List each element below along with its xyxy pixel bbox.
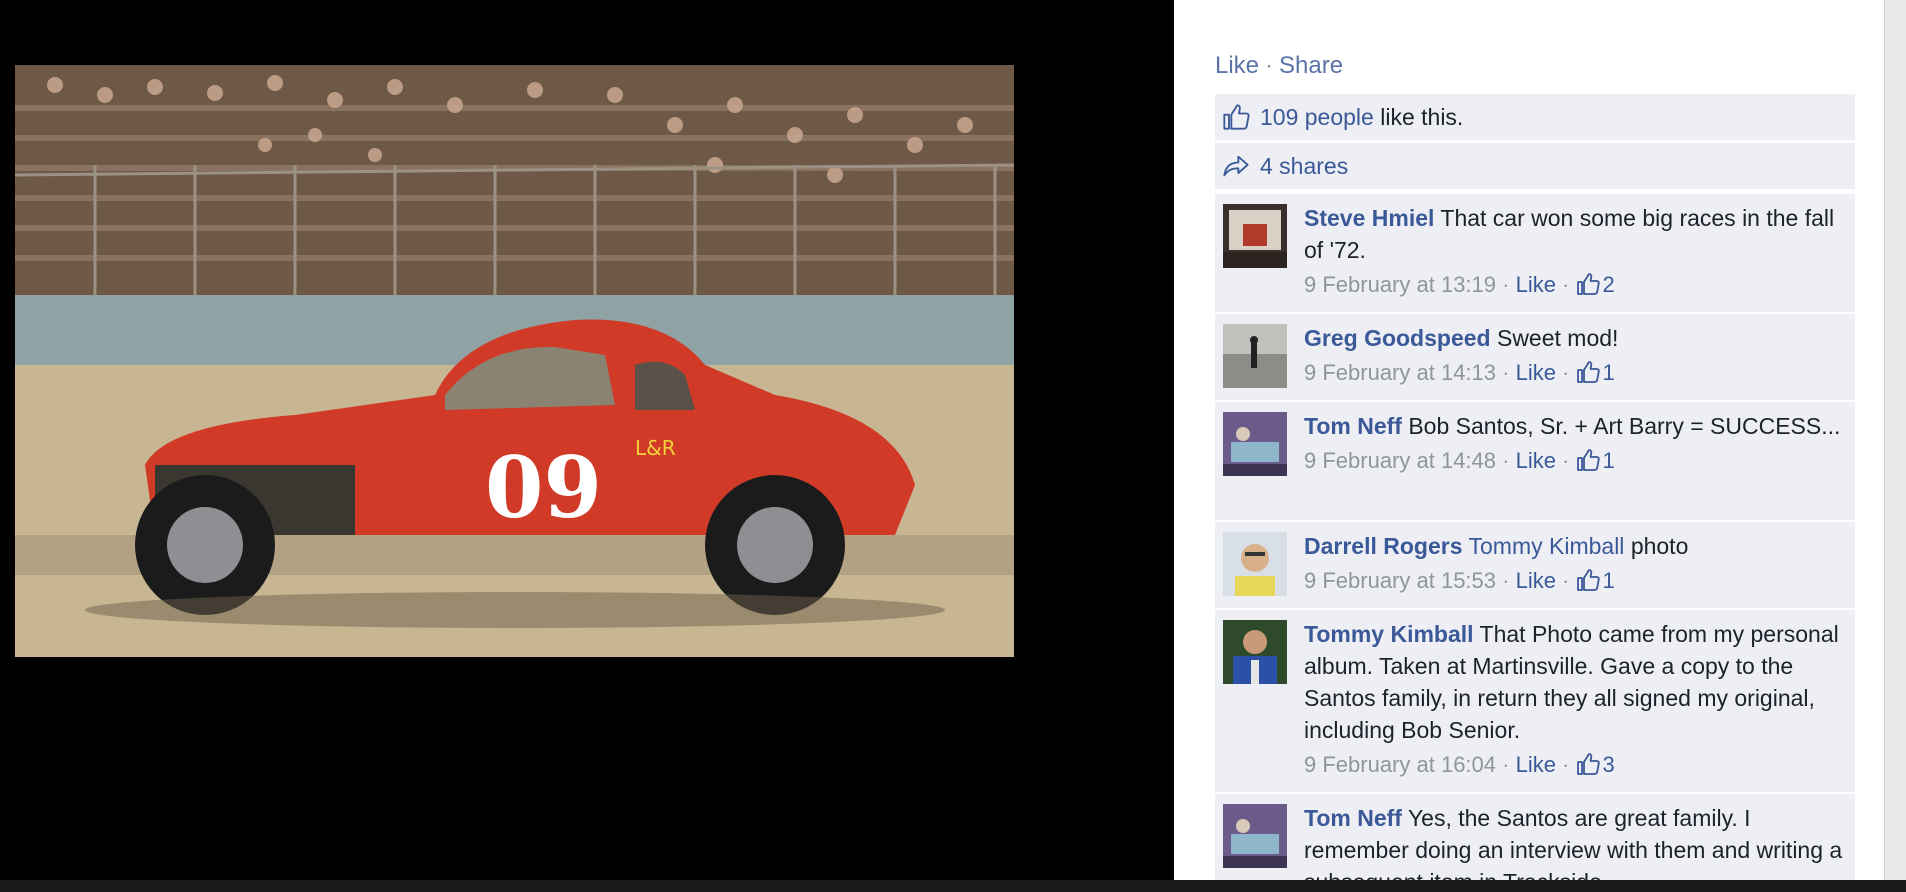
comment-body: Greg Goodspeed Sweet mod! 9 February at … [1304,322,1844,388]
meta-separator: · [1555,272,1576,297]
comment-item: Steve Hmiel That car won some big races … [1215,194,1855,314]
comment-author-link[interactable]: Tommy Kimball [1304,621,1474,647]
like-count-value: 2 [1602,272,1615,297]
avatar[interactable] [1223,412,1287,476]
meta-separator: · [1555,752,1576,777]
thumbs-up-icon [1576,569,1600,591]
comment-timestamp[interactable]: 9 February at 15:53 [1304,568,1496,593]
car-number: 09 [485,438,602,537]
meta-separator: · [1496,568,1516,593]
shares-summary-row: 4 shares [1215,143,1855,191]
shares-count-link[interactable]: 4 shares [1260,153,1348,180]
avatar[interactable] [1223,204,1287,268]
comment-meta: 9 February at 13:19 · Like · 2 [1304,270,1844,300]
thumbs-up-icon [1576,753,1600,775]
race-car-photo[interactable]: 09 L&R [15,65,1014,657]
comment-text: Sweet mod! [1496,325,1619,351]
comment-item: Tom Neff Yes, the Santos are great famil… [1215,794,1855,880]
comment-text: Bob Santos, Sr. + Art Barry = SUCCESS... [1408,413,1841,439]
comment-author-link[interactable]: Tom Neff [1304,805,1402,831]
like-count-value: 1 [1602,448,1615,473]
comment-meta: 9 February at 14:13 · Like · 1 [1304,358,1844,388]
like-count-value: 1 [1602,360,1615,385]
thumbs-up-icon [1576,449,1600,471]
thumbs-up-icon [1223,104,1250,130]
meta-separator: · [1555,568,1576,593]
comment-like-count[interactable]: 1 [1576,360,1615,385]
comment-meta: 9 February at 16:04 · Like · 3 [1304,750,1844,780]
comment-item: Greg Goodspeed Sweet mod! 9 February at … [1215,314,1855,402]
comment-like-link[interactable]: Like [1516,272,1556,297]
share-arrow-icon [1223,155,1249,177]
comment-like-count[interactable]: 1 [1576,448,1615,473]
like-action-link[interactable]: Like [1215,52,1259,79]
avatar[interactable] [1223,324,1287,388]
comment-body: Tom Neff Yes, the Santos are great famil… [1304,802,1844,880]
post-sidebar: Like · Share 109 people like this. 4 share… [1174,0,1884,880]
meta-separator: · [1496,752,1516,777]
action-separator: · [1265,52,1274,79]
comment-like-link[interactable]: Like [1516,752,1556,777]
comment-body: Tom Neff Bob Santos, Sr. + Art Barry = S… [1304,410,1844,476]
comment-like-link[interactable]: Like [1516,360,1556,385]
comment-item: Tom Neff Bob Santos, Sr. + Art Barry = S… [1215,402,1855,522]
comment-item: Tommy Kimball That Photo came from my pe… [1215,610,1855,794]
comment-timestamp[interactable]: 9 February at 13:19 [1304,272,1496,297]
comment-author-link[interactable]: Darrell Rogers [1304,533,1463,559]
like-count-value: 1 [1602,568,1615,593]
share-action-link[interactable]: Share [1279,52,1343,79]
bottom-bar [0,880,1906,892]
comment-timestamp[interactable]: 9 February at 14:48 [1304,448,1496,473]
comment-like-count[interactable]: 3 [1576,752,1615,777]
meta-separator: · [1496,448,1516,473]
comment-like-count[interactable]: 2 [1576,272,1615,297]
comment-body: Darrell Rogers Tommy Kimball photo 9 Feb… [1304,530,1844,596]
car-door-text: L&R [635,436,676,460]
meta-separator: · [1496,360,1516,385]
likes-suffix: like this. [1373,103,1464,130]
comment-like-count[interactable]: 1 [1576,568,1615,593]
comment-mention-link[interactable]: Tommy Kimball [1469,533,1625,559]
comment-text: photo [1630,533,1689,559]
comment-author-link[interactable]: Greg Goodspeed [1304,325,1491,351]
avatar[interactable] [1223,532,1287,596]
comment-author-link[interactable]: Steve Hmiel [1304,205,1434,231]
thumbs-up-icon [1576,361,1600,383]
likes-summary-row: 109 people like this. [1215,94,1855,142]
comment-timestamp[interactable]: 9 February at 14:13 [1304,360,1496,385]
meta-separator: · [1555,360,1576,385]
thumbs-up-icon [1576,273,1600,295]
photo-viewer: 09 L&R [0,0,1174,892]
post-actions: Like · Share [1215,52,1343,80]
sidebar-scrollbar[interactable] [1884,0,1906,880]
comment-body: Tommy Kimball That Photo came from my pe… [1304,618,1844,780]
comment-timestamp[interactable]: 9 February at 16:04 [1304,752,1496,777]
meta-separator: · [1555,448,1576,473]
like-count-value: 3 [1602,752,1615,777]
comment-like-link[interactable]: Like [1516,448,1556,473]
race-car-photo-image: 09 L&R [15,65,1014,657]
comment-body: Steve Hmiel That car won some big races … [1304,202,1844,300]
comment-author-link[interactable]: Tom Neff [1304,413,1402,439]
likes-count-link[interactable]: 109 people [1260,104,1374,131]
meta-separator: · [1496,272,1516,297]
comment-like-link[interactable]: Like [1516,568,1556,593]
comment-meta: 9 February at 15:53 · Like · 1 [1304,566,1844,596]
avatar[interactable] [1223,804,1287,868]
comment-meta: 9 February at 14:48 · Like · 1 [1304,446,1844,476]
avatar[interactable] [1223,620,1287,684]
comment-item: Darrell Rogers Tommy Kimball photo 9 Feb… [1215,522,1855,610]
